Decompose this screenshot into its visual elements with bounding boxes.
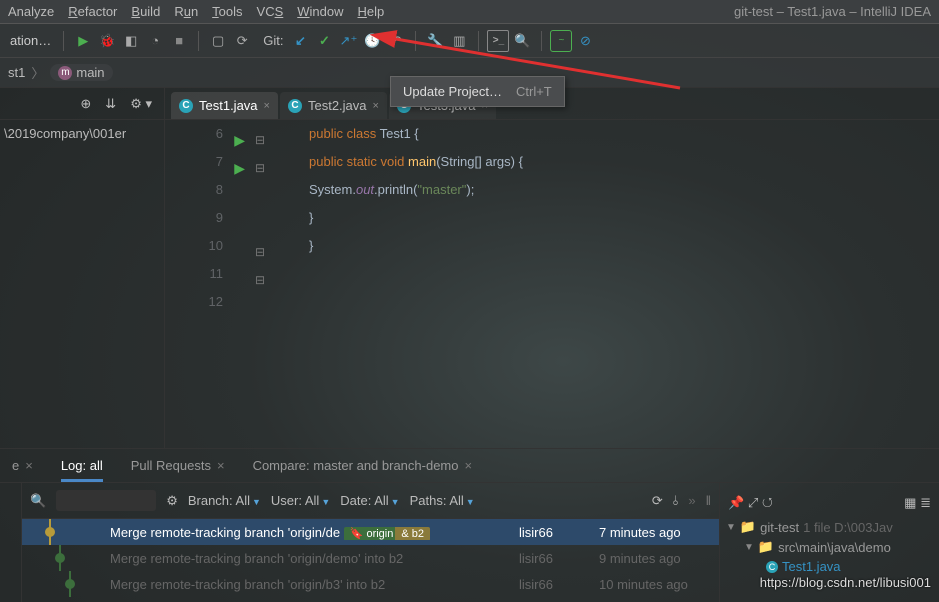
group-icon[interactable]: ▦ — [904, 495, 916, 510]
run-gutter-icon[interactable]: ▶ — [234, 126, 245, 154]
watermark: https://blog.csdn.net/libusi001 — [760, 575, 931, 590]
run-config-selector[interactable]: ation… — [6, 30, 55, 52]
tree-file[interactable]: C Test1.java — [726, 557, 933, 576]
fold-icon[interactable]: ⊟ — [255, 154, 265, 182]
select-opened-file-icon[interactable]: ⊕ — [80, 96, 91, 112]
menu-build[interactable]: Build — [131, 4, 160, 19]
tree-folder[interactable]: ▼📁 src\main\java\demo — [726, 537, 933, 557]
terminal-icon[interactable]: >_ — [487, 30, 509, 52]
menu-bar: Analyze Refactor Build Run Tools VCS Win… — [0, 0, 939, 24]
fold-icon[interactable]: ⊟ — [255, 266, 265, 294]
menu-analyze[interactable]: Analyze — [8, 4, 54, 19]
filter-date[interactable]: Date: All▼ — [340, 493, 399, 508]
collapse-all-icon[interactable]: ⇊ — [105, 96, 116, 112]
vcs-push-icon[interactable]: ↗⁺ — [337, 30, 359, 52]
commits-list: Merge remote-tracking branch 'origin/de … — [22, 519, 719, 602]
vcs-filter-settings-icon[interactable]: ⚙ — [166, 493, 178, 509]
gutter: 6▶⊟7▶⊟8910⊟11⊟12 — [165, 120, 249, 448]
fold-icon[interactable]: ⊟ — [255, 238, 265, 266]
filter-paths[interactable]: Paths: All▼ — [410, 493, 475, 508]
vcs-cherry-pick-icon[interactable]: ⫰ — [673, 493, 679, 509]
vcs-rollback-icon[interactable]: ↶ — [385, 30, 407, 52]
list-icon[interactable]: ≣ — [920, 495, 931, 510]
expand-icon[interactable]: ⤢ — [748, 495, 758, 510]
vcs-log-toolbar: 🔍 ⚙ Branch: All▼ User: All▼ Date: All▼ P… — [22, 483, 719, 519]
settings-gear-icon[interactable]: ⚙ ▾ — [130, 96, 152, 112]
menu-refactor[interactable]: Refactor — [68, 4, 117, 19]
search-everywhere-icon[interactable]: 🔍 — [511, 30, 533, 52]
fold-icon[interactable]: ⊟ — [255, 126, 265, 154]
main-toolbar: ation… ▶ 🐞 ◧ ◔ ■ ▢ ⟳ Git: ↙ ✓ ↗⁺ 🕓 ↶ 🔧 ▥… — [0, 24, 939, 58]
stop-icon[interactable]: ■ — [168, 30, 190, 52]
settings-icon[interactable]: 🔧 — [424, 30, 446, 52]
filter-user[interactable]: User: All▼ — [271, 493, 330, 508]
debug-icon[interactable]: 🐞 — [96, 30, 118, 52]
window-title: git-test – Test1.java – IntelliJ IDEA — [734, 4, 931, 19]
git-label: Git: — [263, 33, 283, 48]
layout-icon[interactable]: ▢ — [207, 30, 229, 52]
code-editor[interactable]: public class Test1 { public static void … — [249, 120, 939, 448]
tab-compare[interactable]: Compare: master and branch-demo× — [253, 458, 473, 473]
project-path[interactable]: \2019company\001er — [0, 120, 164, 147]
tab-unknown[interactable]: e× — [12, 458, 33, 473]
editor-area: CTest1.java×CTest2.java×CTest3.java× 6▶⊟… — [165, 88, 939, 448]
menu-tools[interactable]: Tools — [212, 4, 242, 19]
commit-row[interactable]: Merge remote-tracking branch 'origin/de … — [22, 519, 719, 545]
tooltip-shortcut: Ctrl+T — [516, 84, 552, 99]
history-icon[interactable]: ↺ — [762, 495, 773, 510]
filter-branch[interactable]: Branch: All▼ — [188, 493, 261, 508]
menu-help[interactable]: Help — [358, 4, 385, 19]
vcs-update-icon[interactable]: ↙ — [289, 30, 311, 52]
refresh-icon[interactable]: ⟳ — [231, 30, 253, 52]
coverage-icon[interactable]: ◧ — [120, 30, 142, 52]
breadcrumb-class[interactable]: st1 — [8, 65, 25, 80]
tab-log[interactable]: Log: all — [61, 458, 103, 482]
vcs-commit-icon[interactable]: ✓ — [313, 30, 335, 52]
java-class-icon: C — [288, 99, 302, 113]
project-structure-icon[interactable]: ▥ — [448, 30, 470, 52]
editor-tab[interactable]: CTest1.java× — [171, 92, 278, 119]
vcs-search-input[interactable] — [56, 490, 156, 511]
commit-row[interactable]: Merge remote-tracking branch 'origin/dem… — [22, 545, 719, 571]
vcs-pause-icon[interactable]: ‖ — [706, 493, 711, 508]
project-panel: ⊕ ⇊ ⚙ ▾ \2019company\001er — [0, 88, 165, 448]
vcs-history-icon[interactable]: 🕓 — [361, 30, 383, 52]
method-badge-icon: m — [58, 66, 72, 80]
run-gutter-icon[interactable]: ▶ — [234, 154, 245, 182]
close-icon[interactable]: × — [264, 100, 270, 112]
vcs-left-gutter — [0, 483, 22, 602]
breadcrumb-method[interactable]: m main — [50, 64, 112, 81]
tree-root[interactable]: ▼📁 git-test 1 file D:\003Jav — [726, 517, 933, 537]
java-class-icon: C — [179, 99, 193, 113]
ide-update-icon[interactable]: ⊘ — [574, 30, 596, 52]
commit-row[interactable]: Merge remote-tracking branch 'origin/b3'… — [22, 571, 719, 597]
tool-window-tabs: e× Log: all Pull Requests× Compare: mast… — [0, 448, 939, 482]
close-icon[interactable]: × — [373, 100, 379, 112]
profile-icon[interactable]: ◔ — [144, 30, 166, 52]
profile-avatar-icon[interactable]: ~ — [550, 30, 572, 52]
menu-run[interactable]: Run — [174, 4, 198, 19]
run-icon[interactable]: ▶ — [72, 30, 94, 52]
tooltip-text: Update Project… — [403, 84, 502, 99]
editor-tab[interactable]: CTest2.java× — [280, 92, 387, 119]
tab-pull-requests[interactable]: Pull Requests× — [131, 458, 225, 473]
tooltip: Update Project… Ctrl+T — [390, 76, 565, 107]
pin-icon[interactable]: 📌 — [728, 495, 744, 510]
vcs-refresh-icon[interactable]: ⟳ — [652, 493, 663, 509]
menu-window[interactable]: Window — [297, 4, 343, 19]
menu-vcs[interactable]: VCS — [257, 4, 284, 19]
